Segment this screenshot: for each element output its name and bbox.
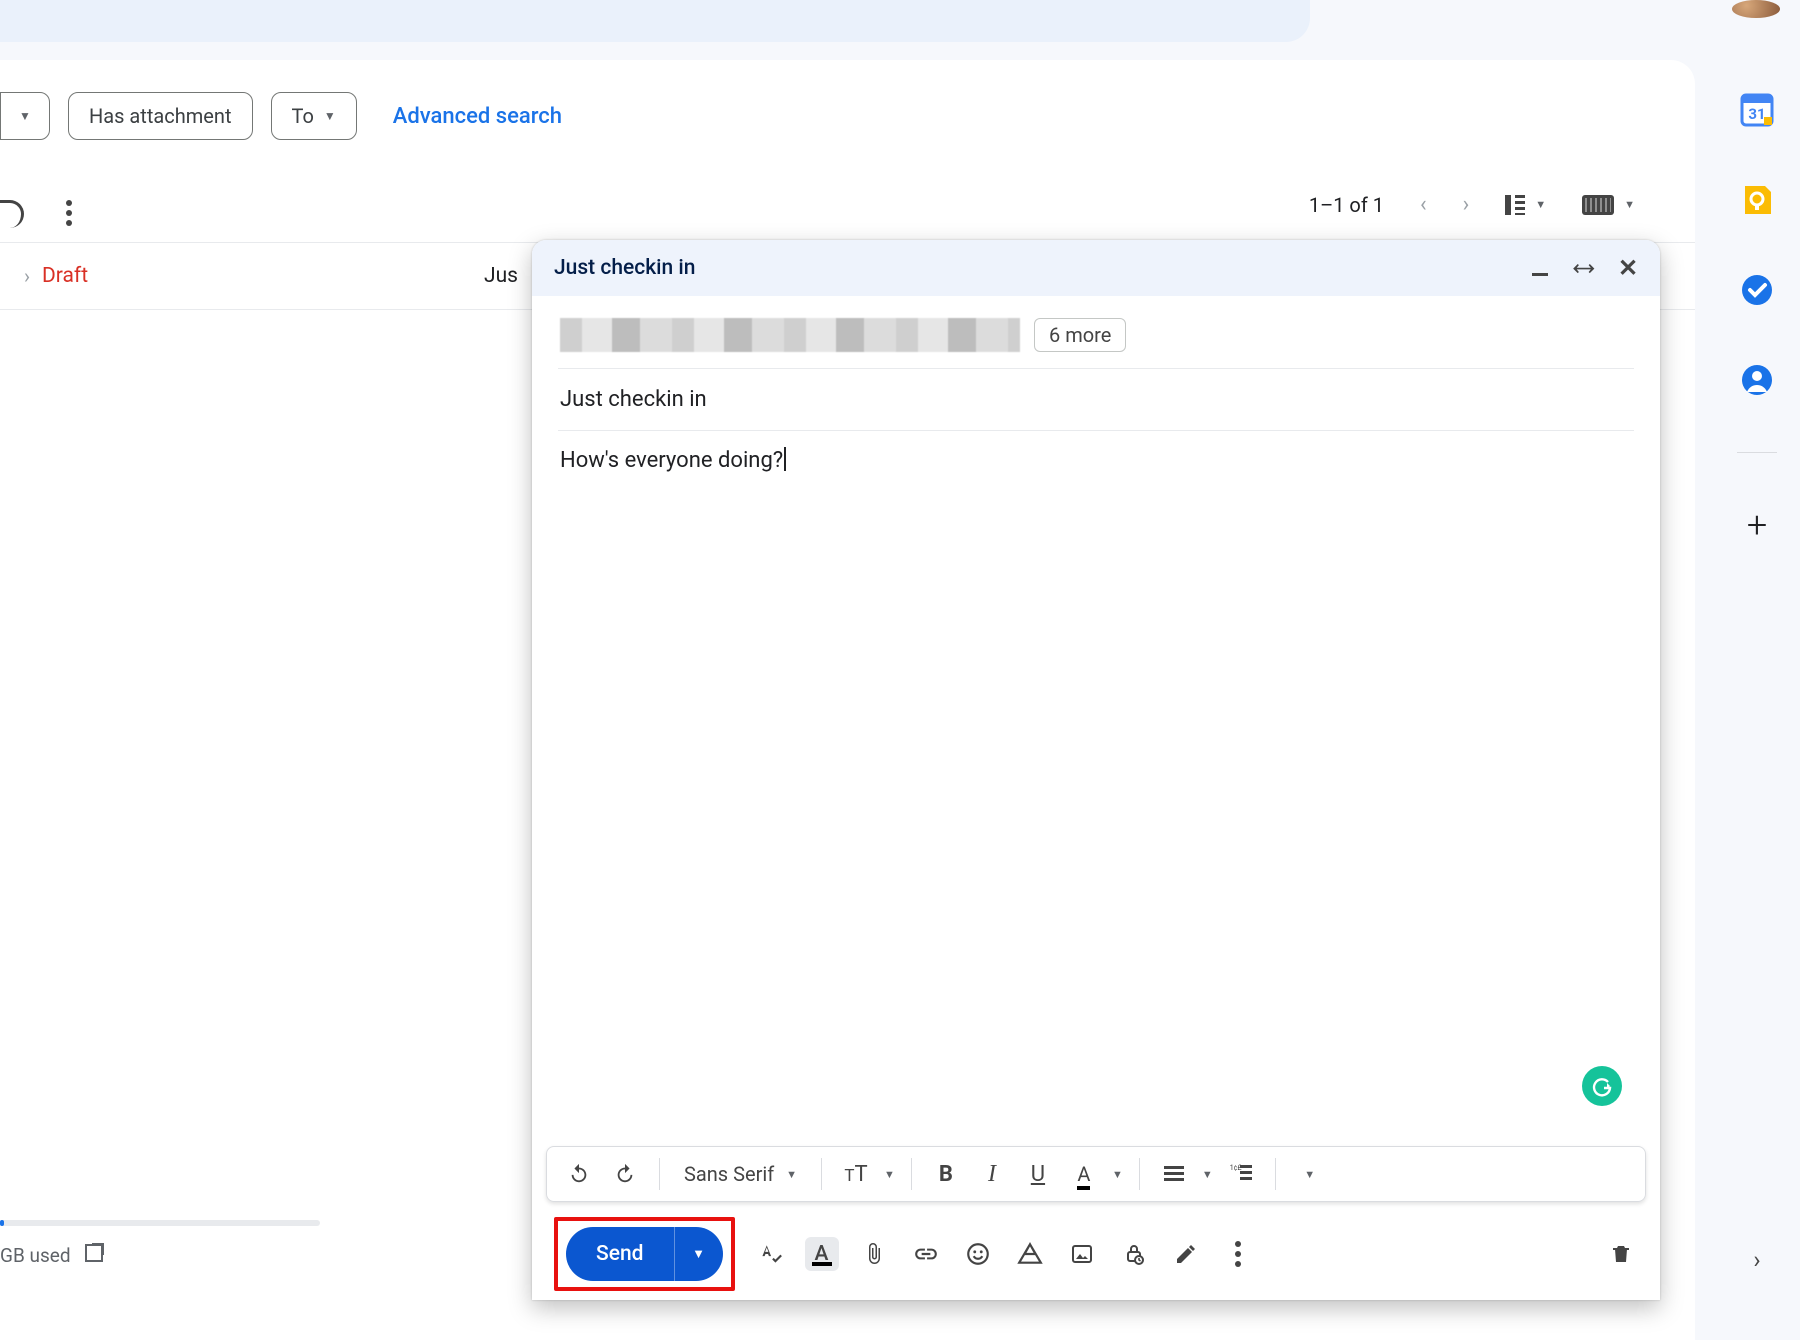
chevron-right-icon: › <box>24 264 30 288</box>
compose-window: Just checkin in ⤢ ✕ 6 more Just checkin … <box>532 240 1660 1300</box>
thread-draft-label: Draft <box>42 264 88 288</box>
advanced-search-link[interactable]: Advanced search <box>393 104 562 129</box>
collapse-panel-icon[interactable]: › <box>1753 1246 1760 1274</box>
keyboard-icon <box>1582 195 1614 215</box>
chevron-down-icon: ▼ <box>1535 198 1546 211</box>
account-avatar[interactable] <box>1732 0 1780 18</box>
more-actions-icon[interactable] <box>66 200 72 226</box>
svg-text:31: 31 <box>1748 105 1765 123</box>
font-size-select[interactable]: TT <box>838 1156 874 1192</box>
search-bar-remnant <box>0 0 1310 42</box>
chevron-down-icon: ▼ <box>1202 1168 1213 1181</box>
thread-subject-preview: Jus <box>484 264 518 288</box>
formatting-toolbar: Sans Serif ▼ TT ▼ B I U A ▼ ▼ ▼ <box>546 1146 1646 1202</box>
discard-draft-icon[interactable] <box>1604 1237 1638 1271</box>
minimize-icon[interactable] <box>1530 258 1550 278</box>
send-button-highlight: Send ▼ <box>554 1217 735 1291</box>
separator <box>1275 1158 1276 1190</box>
grammarly-icon[interactable] <box>1582 1066 1622 1106</box>
recipients-redacted <box>560 318 1020 352</box>
chevron-down-icon: ▼ <box>786 1168 797 1181</box>
refresh-icon[interactable] <box>0 200 24 228</box>
chevron-down-icon: ▼ <box>19 109 31 123</box>
expand-icon[interactable]: ⤢ <box>1570 254 1598 282</box>
redo-icon[interactable] <box>607 1156 643 1192</box>
bold-button[interactable]: B <box>928 1156 964 1192</box>
filter-to[interactable]: To ▼ <box>271 92 357 140</box>
separator <box>911 1158 912 1190</box>
more-options-icon[interactable] <box>1221 1237 1255 1271</box>
compose-window-buttons: ⤢ ✕ <box>1530 258 1638 278</box>
compose-title: Just checkin in <box>554 256 695 280</box>
contacts-icon[interactable] <box>1739 362 1775 398</box>
send-options-dropdown[interactable]: ▼ <box>675 1227 723 1281</box>
body-field[interactable]: How's everyone doing? <box>560 431 1632 1128</box>
compose-actions-row: Send ▼ A <box>532 1214 1660 1300</box>
filter-has-attachment[interactable]: Has attachment <box>68 92 253 140</box>
chevron-down-icon: ▼ <box>324 109 336 123</box>
external-link-icon[interactable] <box>85 1244 103 1262</box>
input-tools-toggle[interactable]: ▼ <box>1582 195 1635 215</box>
text-color-button[interactable]: A <box>1066 1156 1102 1192</box>
attach-file-icon[interactable] <box>857 1237 891 1271</box>
body-text: How's everyone doing? <box>560 448 783 473</box>
font-family-select[interactable]: Sans Serif ▼ <box>676 1162 805 1186</box>
subject-text: Just checkin in <box>560 387 707 412</box>
chevron-down-icon: ▼ <box>884 1168 895 1181</box>
insert-emoji-icon[interactable] <box>961 1237 995 1271</box>
italic-button[interactable]: I <box>974 1156 1010 1192</box>
pager-next-icon[interactable]: › <box>1463 192 1470 217</box>
chevron-down-icon: ▼ <box>1624 198 1635 211</box>
subject-field[interactable]: Just checkin in <box>560 369 1632 430</box>
spellcheck-icon[interactable] <box>753 1237 787 1271</box>
close-icon[interactable]: ✕ <box>1618 258 1638 278</box>
pager: 1–1 of 1 ‹ › ▼ ▼ <box>1309 192 1635 217</box>
add-addon-icon[interactable]: + <box>1747 507 1767 543</box>
insert-signature-icon[interactable] <box>1169 1237 1203 1271</box>
text-color-letter: A <box>815 1242 829 1266</box>
send-button-group: Send ▼ <box>566 1227 723 1281</box>
separator <box>659 1158 660 1190</box>
separator <box>821 1158 822 1190</box>
confidential-mode-icon[interactable] <box>1117 1237 1151 1271</box>
filter-has-attachment-label: Has attachment <box>89 104 232 128</box>
filter-from-dropdown[interactable]: ▼ <box>0 92 50 140</box>
compose-body: 6 more Just checkin in How's everyone do… <box>532 296 1660 1140</box>
text-cursor <box>784 447 786 471</box>
font-family-label: Sans Serif <box>684 1162 774 1186</box>
calendar-icon[interactable]: 31 <box>1739 92 1775 128</box>
send-button[interactable]: Send <box>566 1227 675 1281</box>
insert-photo-icon[interactable] <box>1065 1237 1099 1271</box>
pager-prev-icon[interactable]: ‹ <box>1420 192 1427 217</box>
filter-to-label: To <box>292 104 314 128</box>
chevron-down-icon: ▼ <box>692 1246 705 1262</box>
side-panel: 31 + › <box>1714 60 1800 1300</box>
split-pane-icon <box>1505 195 1525 215</box>
recipients-row[interactable]: 6 more <box>560 308 1632 368</box>
recipients-more-chip[interactable]: 6 more <box>1034 318 1126 352</box>
storage-footer: GB used <box>0 1220 320 1267</box>
side-panel-divider <box>1737 452 1777 453</box>
storage-used-text: GB used <box>0 1244 71 1267</box>
tasks-icon[interactable] <box>1739 272 1775 308</box>
underline-button[interactable]: U <box>1020 1156 1056 1192</box>
compose-header[interactable]: Just checkin in ⤢ ✕ <box>532 240 1660 296</box>
undo-icon[interactable] <box>561 1156 597 1192</box>
align-button[interactable] <box>1156 1156 1192 1192</box>
insert-drive-icon[interactable] <box>1013 1237 1047 1271</box>
numbered-list-button[interactable] <box>1223 1156 1259 1192</box>
text-color-button[interactable]: A <box>805 1237 839 1271</box>
insert-link-icon[interactable] <box>909 1237 943 1271</box>
chevron-down-icon: ▼ <box>1112 1168 1123 1181</box>
pager-count: 1–1 of 1 <box>1309 193 1384 217</box>
list-toolbar: 1–1 of 1 ‹ › ▼ ▼ <box>0 180 1695 242</box>
keep-icon[interactable] <box>1739 182 1775 218</box>
storage-bar <box>0 1220 320 1226</box>
separator <box>1139 1158 1140 1190</box>
split-pane-toggle[interactable]: ▼ <box>1505 195 1546 215</box>
filter-chips-row: ▼ Has attachment To ▼ Advanced search <box>0 92 562 140</box>
more-formatting-button[interactable]: ▼ <box>1292 1156 1328 1192</box>
